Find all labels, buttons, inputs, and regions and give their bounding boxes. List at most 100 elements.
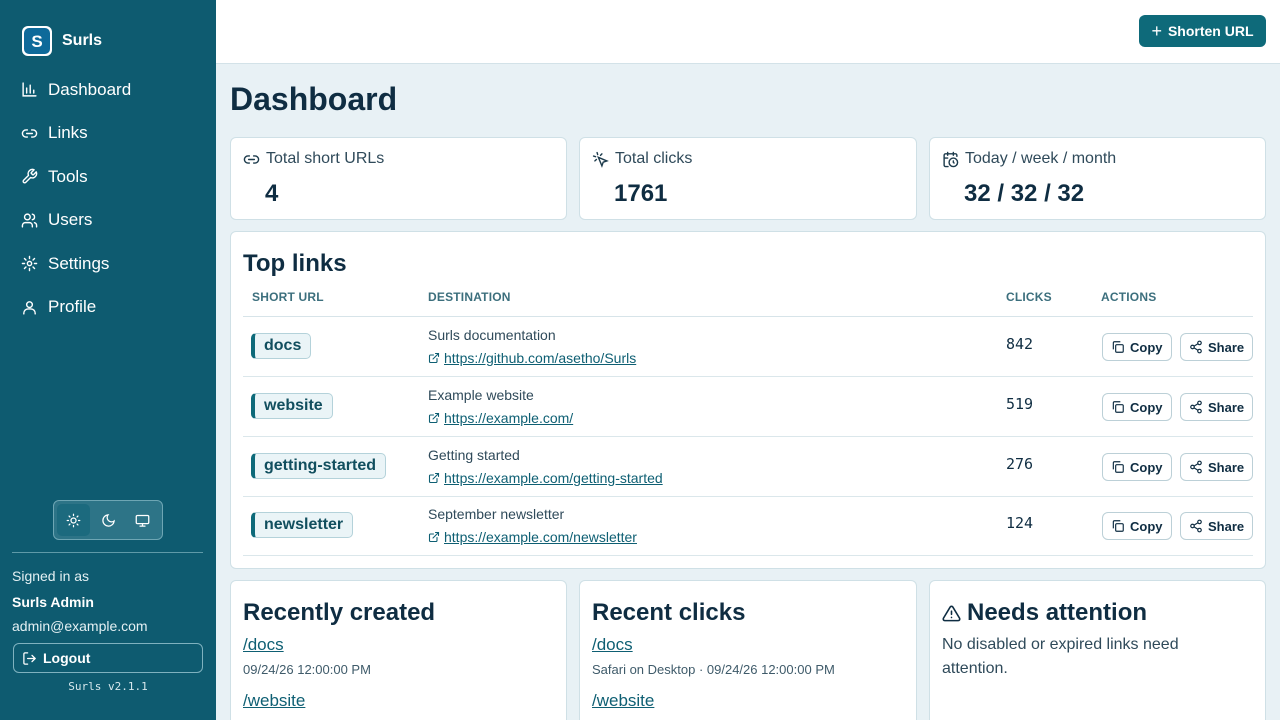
destination-url: https://github.com/asetho/Surls [444,350,637,366]
sidebar: S Surls Dashboard Links Tools Users Sett… [0,0,216,720]
shorten-url-button[interactable]: + Shorten URL [1139,15,1266,47]
stat-card-period-clicks: Today / week / month 32 / 32 / 32 [929,137,1266,220]
recent-timestamp: 09/24/26 12:00:00 PM [243,662,371,677]
copy-button[interactable]: Copy [1102,393,1172,421]
sun-icon [66,513,81,527]
stat-value: 1761 [614,180,668,207]
monitor-icon [135,514,150,527]
gear-icon [21,255,38,272]
destination-url: https://example.com/newsletter [444,529,637,545]
plus-icon: + [1151,21,1162,41]
moon-icon [101,513,115,527]
destination-link[interactable]: https://github.com/asetho/Surls [428,350,636,366]
logout-button[interactable]: Logout [13,643,203,673]
sidebar-item-label: Users [48,210,93,230]
stat-value: 32 / 32 / 32 [964,180,1085,207]
section-title: Needs attention [942,599,1147,627]
recent-click-link[interactable]: /website [592,691,654,711]
top-links-card: Top links SHORT URL DESTINATION CLICKS A… [230,231,1266,569]
share-icon [1190,340,1202,354]
shorten-url-label: Shorten URL [1167,23,1254,39]
share-button[interactable]: Share [1180,512,1254,540]
sidebar-item-profile[interactable]: Profile [0,286,216,330]
sidebar-item-label: Profile [48,297,97,317]
stat-label-text: Today / week / month [965,150,1117,167]
warning-icon [942,605,961,621]
theme-switcher [53,500,163,540]
share-icon [1190,519,1202,533]
column-header-actions: ACTIONS [1101,290,1157,304]
user-name: Surls Admin [12,594,94,610]
table-row: docs Surls documentation https://github.… [243,317,1254,377]
share-label: Share [1208,339,1245,355]
share-label: Share [1208,459,1245,475]
destination-title: September newsletter [428,506,565,522]
stat-card-total-urls: Total short URLs 4 [230,137,567,220]
recent-link[interactable]: /docs [243,635,284,655]
copy-icon [1112,520,1124,532]
user-icon [23,300,36,315]
attention-message: No disabled or expired links need attent… [942,636,1179,677]
short-url-slug[interactable]: getting-started [251,453,386,479]
share-button[interactable]: Share [1180,393,1254,421]
destination-link[interactable]: https://example.com/getting-started [428,470,663,486]
share-icon [1190,400,1202,414]
copy-button[interactable]: Copy [1102,512,1172,540]
destination-title: Example website [428,387,534,403]
surls-logo-icon: S [22,26,52,56]
section-title: Recent clicks [592,599,746,626]
brand[interactable]: S Surls [22,26,102,56]
copy-label: Copy [1130,459,1163,475]
copy-label: Copy [1130,339,1163,355]
stat-value: 4 [265,180,279,207]
share-icon [1190,460,1202,474]
destination-link[interactable]: https://example.com/ [428,410,573,426]
share-button[interactable]: Share [1180,453,1254,481]
recent-link[interactable]: /website [243,691,305,711]
needs-attention-card: Needs attention No disabled or expired l… [929,580,1266,720]
copy-button[interactable]: Copy [1102,453,1172,481]
share-label: Share [1208,399,1245,415]
short-url-slug[interactable]: website [251,393,333,419]
app-name: Surls [62,32,103,49]
click-count: 842 [1006,335,1034,353]
theme-light-button[interactable] [57,504,90,536]
wrench-icon [22,168,38,184]
external-link-icon [428,412,440,424]
sidebar-item-settings[interactable]: Settings [0,242,216,286]
sidebar-item-users[interactable]: Users [0,199,216,243]
destination-link[interactable]: https://example.com/newsletter [428,529,637,545]
sidebar-item-tools[interactable]: Tools [0,155,216,199]
sidebar-item-dashboard[interactable]: Dashboard [0,68,216,112]
sidebar-nav: Dashboard Links Tools Users Settings Pro… [0,68,216,329]
sidebar-item-links[interactable]: Links [0,112,216,156]
external-link-icon [428,531,440,543]
destination-url: https://example.com/getting-started [444,470,663,486]
recent-clicks-card: Recent clicks /docs Safari on Desktop · … [579,580,917,720]
destination-title: Getting started [428,447,520,463]
app-version: Surls v2.1.1 [68,680,148,693]
stat-label: Total clicks [592,150,692,168]
theme-dark-button[interactable] [92,504,125,536]
short-url-slug[interactable]: newsletter [251,512,354,538]
cursor-click-icon [592,151,609,168]
stat-card-total-clicks: Total clicks 1761 [579,137,917,220]
share-label: Share [1208,518,1245,534]
users-icon [21,213,38,228]
destination-title: Surls documentation [428,327,556,343]
column-header-short-url: SHORT URL [252,290,324,304]
recent-click-link[interactable]: /docs [592,635,633,655]
share-button[interactable]: Share [1180,333,1254,361]
copy-icon [1112,341,1124,353]
sidebar-item-label: Links [48,123,88,143]
logout-icon [23,651,36,665]
copy-button[interactable]: Copy [1102,333,1172,361]
column-header-destination: DESTINATION [428,290,511,304]
short-url-slug[interactable]: docs [251,333,312,359]
user-email: admin@example.com [12,618,148,634]
copy-icon [1112,401,1124,413]
recently-created-card: Recently created /docs 09/24/26 12:00:00… [230,580,567,720]
theme-system-button[interactable] [126,504,159,536]
link-icon [21,129,38,138]
attention-title-text: Needs attention [967,599,1148,626]
